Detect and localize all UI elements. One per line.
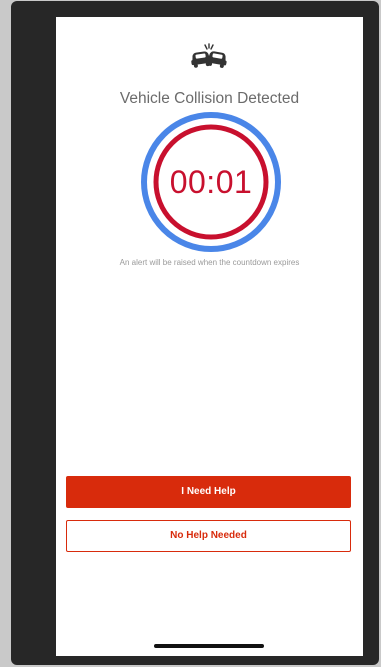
no-help-needed-button[interactable]: No Help Needed [66,520,351,552]
collision-title: Vehicle Collision Detected [119,90,300,107]
phone-frame: Vehicle Collision Detected 00:01 An aler… [11,1,379,665]
collision-alert-screen: Vehicle Collision Detected 00:01 An aler… [56,17,363,656]
alert-note: An alert will be raised when the countdo… [119,258,300,267]
countdown-timer: 00:01 [169,164,253,200]
home-indicator[interactable] [154,644,264,648]
need-help-button[interactable]: I Need Help [66,476,351,508]
car-collision-icon [191,43,227,68]
